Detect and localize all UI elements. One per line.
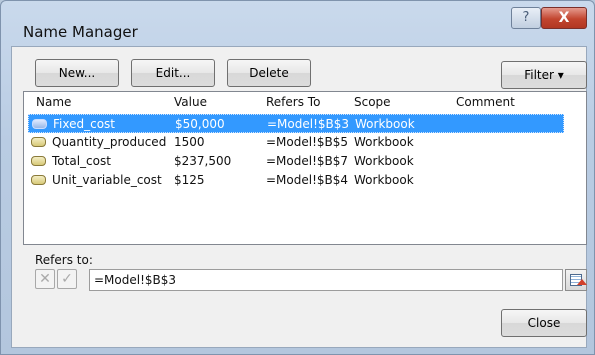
list-item-refers-to: =Model!$B$5	[266, 135, 349, 149]
list-item[interactable]: Unit_variable_cost $125 =Model!$B$4 Work…	[28, 171, 564, 190]
list-item[interactable]: Fixed_cost $50,000 =Model!$B$3 Workbook	[28, 114, 564, 133]
list-item-name: Unit_variable_cost	[52, 173, 162, 187]
refers-to-label: Refers to:	[35, 253, 93, 267]
list-item-value: $125	[174, 173, 205, 187]
new-button-label: New...	[58, 66, 96, 80]
filter-button[interactable]: Filter ▾	[501, 61, 587, 89]
close-window-button[interactable]: X	[541, 7, 587, 29]
column-header-comment[interactable]: Comment	[456, 95, 515, 109]
list-item-scope: Workbook	[355, 117, 415, 131]
list-item-scope: Workbook	[354, 173, 414, 187]
list-item[interactable]: Total_cost $237,500 =Model!$B$7 Workbook	[28, 152, 564, 171]
cancel-edit-icon[interactable]: ✕	[35, 269, 55, 289]
list-item-name: Total_cost	[52, 154, 111, 168]
close-button-label: Close	[527, 316, 561, 330]
list-item-refers-to: =Model!$B$4	[266, 173, 349, 187]
new-button[interactable]: New...	[35, 59, 119, 87]
list-item-name: Fixed_cost	[53, 117, 115, 131]
list-item-scope: Workbook	[354, 154, 414, 168]
refers-to-input[interactable]: =Model!$B$3	[89, 269, 563, 291]
delete-button-label: Delete	[249, 66, 289, 80]
help-button[interactable]: ?	[511, 7, 541, 29]
name-tag-icon	[31, 175, 46, 185]
close-button[interactable]: Close	[501, 309, 587, 337]
list-item-value: $237,500	[174, 154, 232, 168]
column-header-scope[interactable]: Scope	[354, 95, 391, 109]
list-item[interactable]: Quantity_produced 1500 =Model!$B$5 Workb…	[28, 133, 564, 152]
column-header-name[interactable]: Name	[36, 95, 71, 109]
edit-button-label: Edit...	[155, 66, 191, 80]
name-manager-dialog: Name Manager ? X New... Edit... Delete F…	[0, 0, 595, 355]
list-item-name: Quantity_produced	[52, 135, 167, 149]
filter-button-label: Filter ▾	[524, 68, 564, 82]
name-tag-icon	[31, 156, 46, 166]
name-tag-icon	[31, 137, 46, 147]
names-list[interactable]: Name Value Refers To Scope Comment Fixed…	[23, 91, 587, 245]
name-tag-icon	[32, 119, 47, 129]
delete-button[interactable]: Delete	[227, 59, 311, 87]
arrow-up-icon	[577, 279, 587, 285]
column-header-refers-to[interactable]: Refers To	[266, 95, 320, 109]
list-item-value: $50,000	[175, 117, 225, 131]
confirm-edit-icon[interactable]: ✓	[57, 269, 77, 289]
dialog-title: Name Manager	[23, 23, 138, 41]
column-header-value[interactable]: Value	[174, 95, 207, 109]
collapse-dialog-button[interactable]	[565, 269, 587, 291]
list-item-scope: Workbook	[354, 135, 414, 149]
list-item-refers-to: =Model!$B$7	[266, 154, 349, 168]
edit-button[interactable]: Edit...	[131, 59, 215, 87]
list-item-refers-to: =Model!$B$3	[267, 117, 350, 131]
list-item-value: 1500	[174, 135, 205, 149]
